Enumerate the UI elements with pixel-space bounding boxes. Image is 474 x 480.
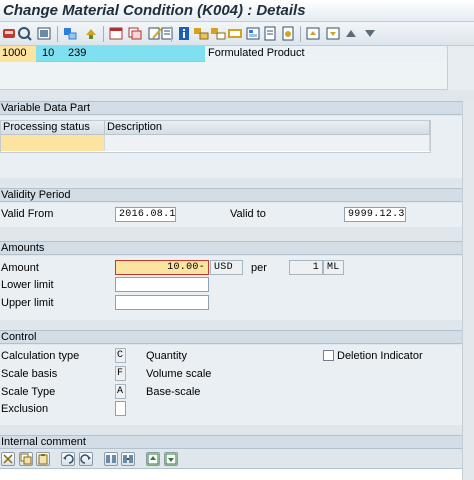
lower-limit-label: Lower limit: [1, 279, 54, 291]
delete-icon[interactable]: [159, 26, 175, 41]
scale-type-text: Base-scale: [146, 386, 201, 398]
next-item-icon[interactable]: [343, 26, 359, 41]
section-title: Internal comment: [1, 436, 86, 448]
deletion-indicator-checkbox[interactable]: [323, 350, 334, 361]
unit-of-measure-field[interactable]: ML: [323, 260, 344, 275]
paste-icon[interactable]: [36, 452, 50, 466]
cut-icon[interactable]: [1, 452, 15, 466]
details-icon[interactable]: [245, 26, 261, 41]
section-title: Control: [1, 331, 37, 343]
key-combination-icon[interactable]: [62, 26, 78, 41]
application-toolbar: [0, 22, 474, 46]
copy-icon[interactable]: [19, 452, 33, 466]
header-area: [0, 62, 447, 90]
scale-basis-field[interactable]: F: [115, 366, 126, 381]
calculation-type-label: Calculation type: [1, 350, 80, 362]
deletion-indicator-label: Deletion Indicator: [337, 350, 423, 362]
amount-label: Amount: [1, 262, 39, 274]
exclusion-field[interactable]: [115, 401, 126, 416]
upload-icon[interactable]: [146, 452, 160, 466]
pricing-unit-field[interactable]: 1: [289, 260, 323, 275]
sales-org-value: 1000: [2, 47, 27, 59]
toolbar-separator: [103, 26, 104, 42]
additional-data-icon[interactable]: [227, 26, 243, 41]
material-value: 239: [68, 47, 87, 59]
scale-type-field[interactable]: A: [115, 384, 126, 399]
validity-period-header: Validity Period: [0, 188, 474, 202]
currency-field[interactable]: USD: [210, 260, 243, 275]
upper-limit-field[interactable]: [115, 295, 209, 310]
toolbar-separator: [57, 26, 58, 42]
toolbar-separator: [300, 26, 301, 42]
control-header: Control: [0, 330, 474, 344]
amount-field[interactable]: 10.00-: [115, 260, 209, 275]
find-next-icon[interactable]: [121, 452, 135, 466]
info-icon[interactable]: [176, 26, 192, 41]
description-cell[interactable]: [105, 135, 430, 151]
header-vertical-scrollbar[interactable]: [447, 46, 474, 90]
redo-icon[interactable]: [79, 452, 93, 466]
variable-data-part-header: Variable Data Part: [0, 101, 474, 115]
valid-to-label: Valid to: [230, 208, 266, 220]
comment-editor-toolbar: [0, 452, 474, 468]
section-title: Variable Data Part: [1, 102, 91, 114]
scale-basis-text: Volume scale: [146, 368, 212, 380]
document-icon[interactable]: [262, 26, 278, 41]
amounts-header: Amounts: [0, 241, 474, 255]
save-icon[interactable]: [1, 26, 17, 41]
undo-icon[interactable]: [61, 452, 75, 466]
column-header-processing-status[interactable]: Processing status: [1, 121, 105, 135]
refresh-icon[interactable]: [83, 26, 99, 41]
history-icon[interactable]: [280, 26, 296, 41]
valid-from-label: Valid From: [1, 208, 54, 220]
scale-type-label: Scale Type: [1, 386, 56, 398]
processing-status-cell[interactable]: [1, 135, 105, 151]
back-icon[interactable]: [17, 26, 33, 41]
copy-icon[interactable]: [127, 26, 143, 41]
exclusion-label: Exclusion: [1, 403, 49, 415]
window-title: Change Material Condition (K004) : Detai…: [3, 2, 306, 19]
calculation-type-text: Quantity: [146, 350, 187, 362]
material-description: Formulated Product: [208, 47, 305, 59]
scale-basis-label: Scale basis: [1, 368, 58, 380]
internal-comment-header: Internal comment: [0, 435, 474, 449]
title-bar: Change Material Condition (K004) : Detai…: [0, 0, 474, 22]
section-title: Amounts: [1, 242, 45, 254]
calculation-type-field[interactable]: C: [115, 348, 126, 363]
column-header-description[interactable]: Description: [105, 121, 430, 135]
previous-item-icon[interactable]: [325, 26, 341, 41]
valid-from-field[interactable]: 2016.08.10: [115, 207, 176, 222]
internal-comment-text-area[interactable]: [0, 468, 462, 480]
supplement-icon[interactable]: [210, 26, 226, 41]
first-item-icon[interactable]: [305, 26, 321, 41]
variable-data-table: Processing status Description: [0, 120, 431, 153]
scales-icon[interactable]: [193, 26, 209, 41]
distribution-channel-value: 10: [42, 47, 55, 59]
toolbar-separator: [171, 26, 172, 42]
valid-to-field[interactable]: 9999.12.31: [344, 207, 406, 222]
condition-records-icon[interactable]: [108, 26, 124, 41]
overview-icon[interactable]: [36, 26, 52, 41]
page-vertical-scrollbar[interactable]: [462, 101, 474, 480]
per-label: per: [251, 262, 267, 274]
upper-limit-label: Upper limit: [1, 297, 54, 309]
section-title: Validity Period: [1, 189, 71, 201]
last-item-icon[interactable]: [362, 26, 378, 41]
download-icon[interactable]: [164, 452, 178, 466]
find-icon[interactable]: [104, 452, 118, 466]
lower-limit-field[interactable]: [115, 277, 209, 292]
